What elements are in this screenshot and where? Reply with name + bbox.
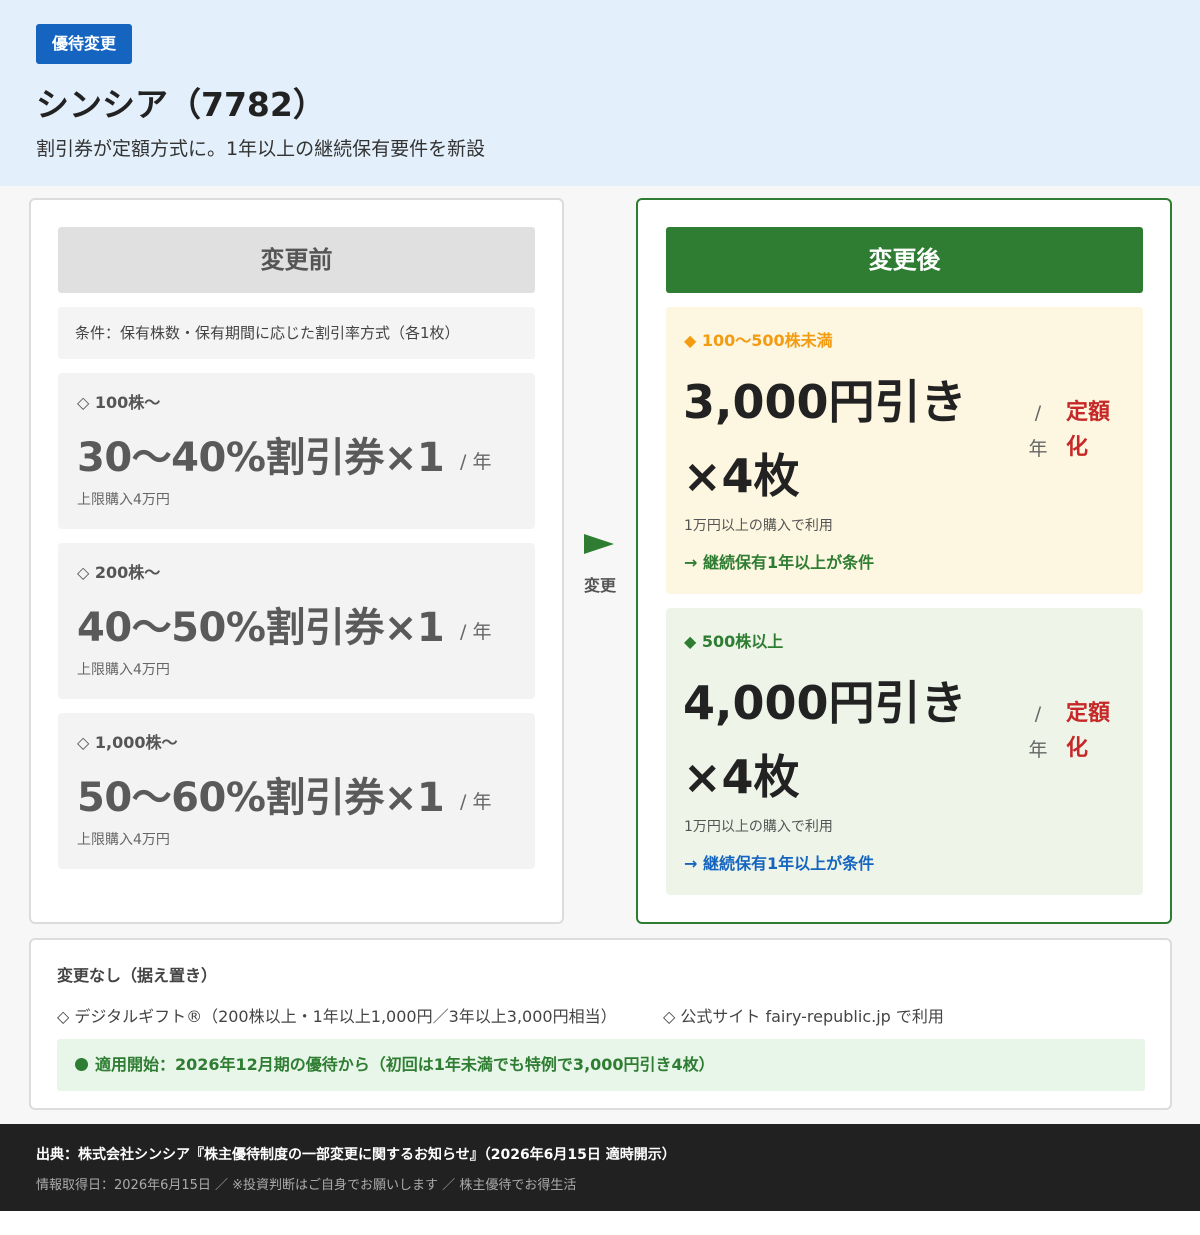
fixed-line2: 化	[1066, 736, 1089, 761]
card-label: ◆ 100〜500株未満	[684, 331, 833, 350]
before-tier-200: ◇ 200株〜 40〜50%割引券×1 / 年 上限購入4万円	[58, 543, 535, 699]
card-value-line1: 4,000円引き	[683, 676, 967, 730]
green-dot-icon	[75, 1058, 88, 1071]
card-unit-slash: /	[1034, 402, 1042, 424]
before-heading: 変更前	[58, 227, 535, 293]
tier-value: 40〜50%割引券×1	[77, 605, 445, 651]
footer-meta: 情報取得日：2026年6月15日 ／ ※投資判断はご自身でお願いします ／ 株主…	[36, 1178, 577, 1193]
card-unit: / 年	[1026, 696, 1050, 768]
after-card-100-500: ◆ 100〜500株未満 3,000円引き ×4枚 / 年 定額 化 1万円以上…	[666, 307, 1143, 594]
arrow-label: 変更	[583, 576, 616, 595]
tier-note: 上限購入4万円	[77, 662, 170, 678]
unchanged-digital-gift: ◇ デジタルギフト®（200株以上・1年以上1,000円／3年以上3,000円相…	[57, 1007, 617, 1026]
after-panel: 変更後 ◆ 100〜500株未満 3,000円引き ×4枚 / 年 定額 化 1…	[636, 198, 1172, 924]
card-label: ◆ 500株以上	[684, 632, 784, 651]
change-tag: 優待変更	[36, 24, 133, 64]
tier-value: 50〜60%割引券×1	[77, 775, 445, 821]
card-condition: → 継続保有1年以上が条件	[684, 553, 875, 572]
unchanged-official-site: ◇ 公式サイト fairy-republic.jp で利用	[663, 1007, 944, 1026]
page-title: シンシア（7782）	[36, 85, 326, 124]
footer: 出典：株式会社シンシア『株主優待制度の一部変更に関するお知らせ』（2026年6月…	[0, 1124, 1200, 1211]
card-value-line2: ×4枚	[683, 449, 800, 503]
fixed-line2: 化	[1066, 435, 1089, 460]
tier-value: 30〜40%割引券×1	[77, 435, 445, 481]
tier-label: ◇ 200株〜	[77, 563, 161, 582]
before-panel: 変更前 条件：保有株数・保有期間に応じた割引率方式（各1枚） ◇ 100株〜 3…	[29, 198, 564, 924]
card-unit-year: 年	[1028, 739, 1048, 761]
card-unit: / 年	[1026, 395, 1050, 467]
tier-label: ◇ 1,000株〜	[77, 733, 178, 752]
card-condition: → 継続保有1年以上が条件	[684, 854, 875, 873]
page-subtitle: 割引券が定額方式に。1年以上の継続保有要件を新設	[36, 138, 486, 160]
card-note: 1万円以上の購入で利用	[684, 518, 833, 534]
card-note: 1万円以上の購入で利用	[684, 819, 833, 835]
tier-unit: / 年	[460, 621, 492, 643]
tier-unit: / 年	[460, 791, 492, 813]
after-heading: 変更後	[666, 227, 1143, 293]
tier-unit: / 年	[460, 451, 492, 473]
card-value-line2: ×4枚	[683, 750, 800, 804]
fixed-line1: 定額	[1066, 701, 1111, 726]
change-arrow: 変更	[572, 530, 628, 600]
header-banner: 優待変更 シンシア（7782） 割引券が定額方式に。1年以上の継続保有要件を新設	[0, 0, 1200, 186]
before-condition: 条件：保有株数・保有期間に応じた割引率方式（各1枚）	[58, 307, 535, 359]
fixed-line1: 定額	[1066, 400, 1111, 425]
card-value: 4,000円引き ×4枚	[683, 666, 993, 814]
fixed-amount-badge: 定額 化	[1066, 395, 1118, 465]
before-tier-100: ◇ 100株〜 30〜40%割引券×1 / 年 上限購入4万円	[58, 373, 535, 529]
unchanged-title: 変更なし（据え置き）	[57, 966, 218, 985]
start-notice-text: 適用開始：2026年12月期の優待から（初回は1年未満でも特例で3,000円引き…	[95, 1055, 715, 1074]
footer-source: 出典：株式会社シンシア『株主優待制度の一部変更に関するお知らせ』（2026年6月…	[36, 1147, 676, 1163]
start-notice: 適用開始：2026年12月期の優待から（初回は1年未満でも特例で3,000円引き…	[57, 1039, 1145, 1091]
card-value-line1: 3,000円引き	[683, 375, 967, 429]
before-tier-1000: ◇ 1,000株〜 50〜60%割引券×1 / 年 上限購入4万円	[58, 713, 535, 869]
tier-note: 上限購入4万円	[77, 492, 170, 508]
card-unit-year: 年	[1028, 438, 1048, 460]
card-unit-slash: /	[1034, 703, 1042, 725]
unchanged-section: 変更なし（据え置き） ◇ デジタルギフト®（200株以上・1年以上1,000円／…	[29, 938, 1172, 1110]
card-value: 3,000円引き ×4枚	[683, 365, 993, 513]
fixed-amount-badge: 定額 化	[1066, 696, 1118, 766]
tier-note: 上限購入4万円	[77, 832, 170, 848]
arrow-right-icon	[584, 534, 614, 554]
after-card-500-plus: ◆ 500株以上 4,000円引き ×4枚 / 年 定額 化 1万円以上の購入で…	[666, 608, 1143, 895]
tier-label: ◇ 100株〜	[77, 393, 161, 412]
